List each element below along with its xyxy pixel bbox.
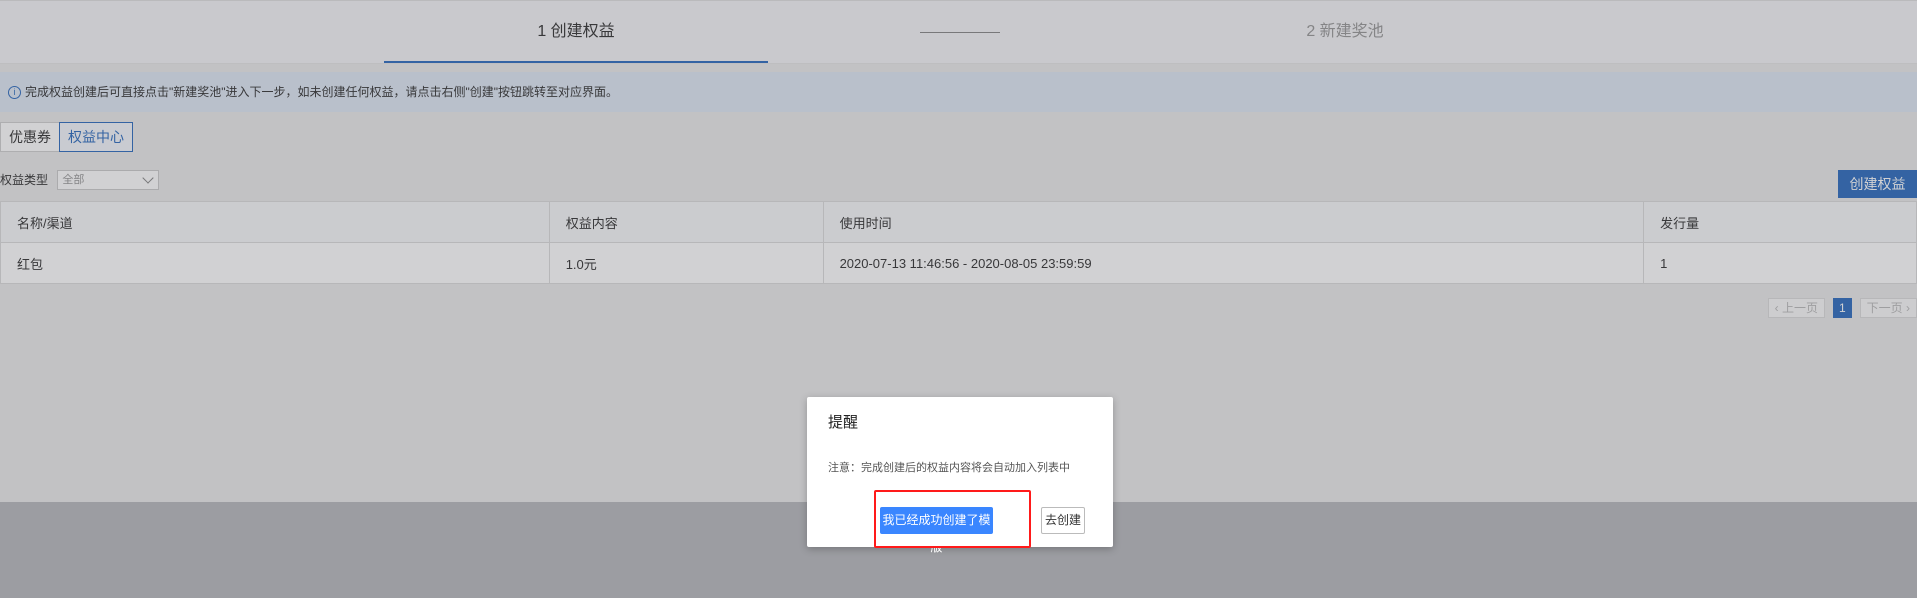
dialog-title: 提醒 — [828, 414, 859, 431]
dialog-message: 注意：完成创建后的权益内容将会自动加入列表中 — [828, 462, 1070, 474]
go-create-button[interactable]: 去创建 — [1041, 507, 1085, 534]
highlight-box — [874, 490, 1031, 548]
